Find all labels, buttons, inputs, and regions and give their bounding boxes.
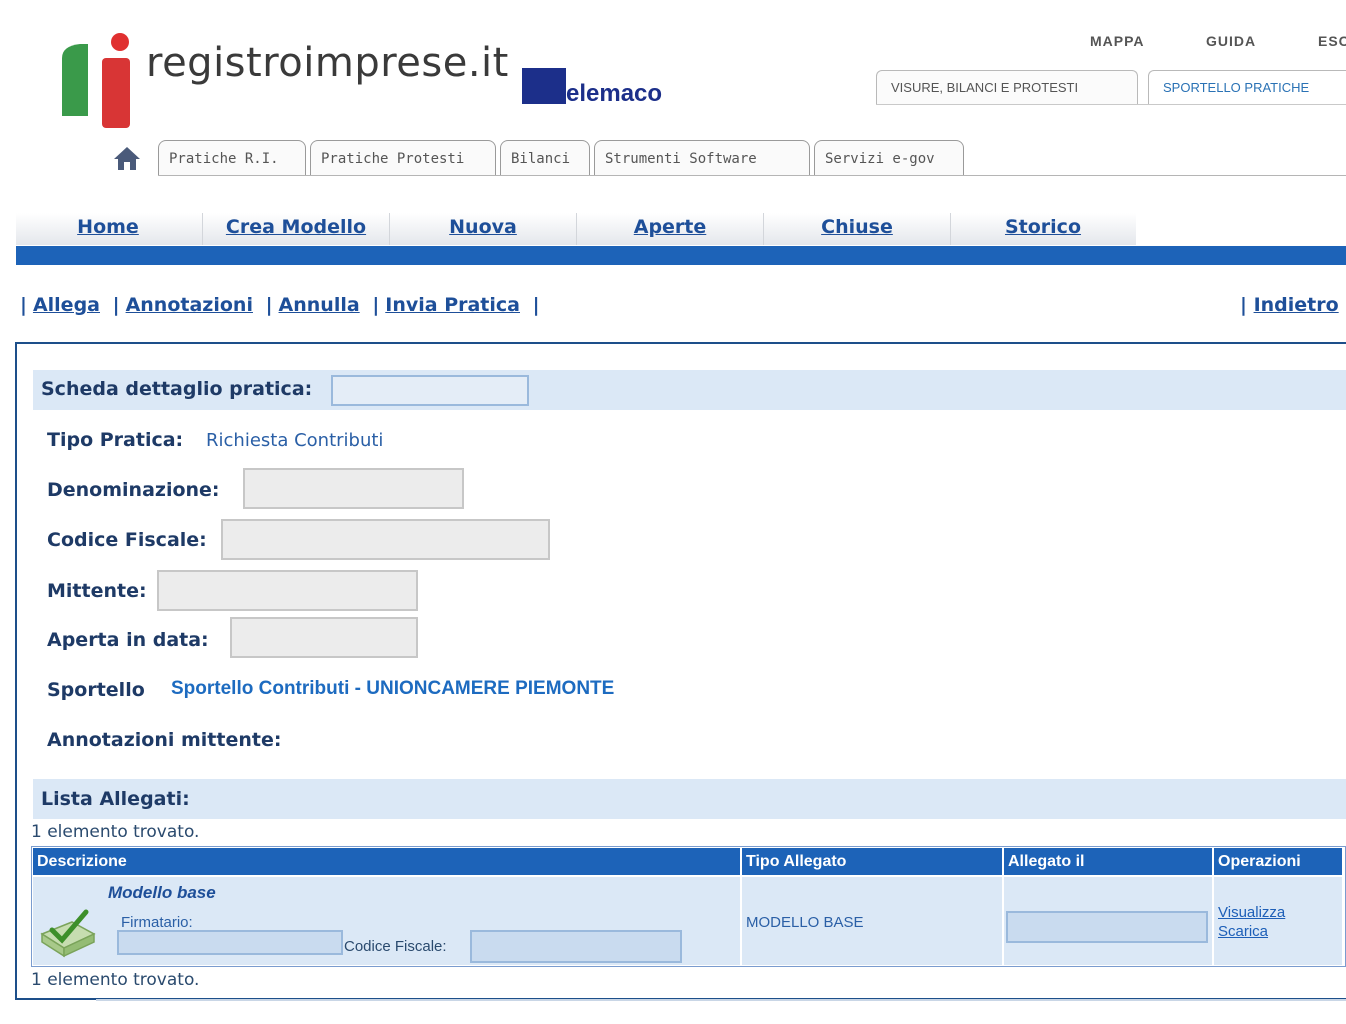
codice-fiscale-label: Codice Fiscale: <box>47 529 207 551</box>
nav-storico[interactable]: Storico <box>951 213 1135 245</box>
top-link-mappa[interactable]: MAPPA <box>1090 33 1145 49</box>
allega-link[interactable]: Allega <box>33 294 100 316</box>
codice-fiscale-value <box>221 519 550 560</box>
tab-sportello-pratiche[interactable]: SPORTELLO PRATICHE <box>1148 70 1346 104</box>
sportello-label: Sportello <box>47 679 145 701</box>
subtab-pratiche-protesti[interactable]: Pratiche Protesti <box>310 140 496 176</box>
visualizza-link[interactable]: Visualizza <box>1218 904 1285 921</box>
nav-accent-bar <box>16 246 1346 265</box>
indietro-link[interactable]: Indietro <box>1254 294 1339 316</box>
subtab-servizi-egov[interactable]: Servizi e-gov <box>814 140 964 176</box>
firmatario-codice-fiscale-value <box>470 930 682 963</box>
firmatario-codice-fiscale-label: Codice Fiscale: <box>344 938 447 955</box>
mittente-value <box>157 570 418 611</box>
denominazione-value <box>243 468 464 509</box>
detail-title: Scheda dettaglio pratica: <box>41 378 313 400</box>
firmatario-label: Firmatario: <box>121 914 193 931</box>
tipo-allegato-value: MODELLO BASE <box>746 914 864 931</box>
nav-aperte[interactable]: Aperte <box>577 213 763 245</box>
annotazioni-link[interactable]: Annotazioni <box>126 294 253 316</box>
action-links: | Allega | Annotazioni | Annulla | Invia Pra… <box>20 294 540 316</box>
allegato-il-value <box>1006 911 1208 943</box>
registroimprese-logo-icon <box>62 33 130 128</box>
signed-document-check-icon <box>40 909 96 958</box>
invia-pratica-link[interactable]: Invia Pratica <box>385 294 520 316</box>
allegato-name: Modello base <box>108 883 216 902</box>
subtab-bilanci[interactable]: Bilanci <box>500 140 590 176</box>
indietro-container: | Indietro <box>1240 294 1339 316</box>
annulla-link[interactable]: Annulla <box>279 294 360 316</box>
nav-nuova[interactable]: Nuova <box>390 213 576 245</box>
site-logo-text[interactable]: registroimprese.it <box>146 40 509 86</box>
allegati-header-band <box>33 779 1346 819</box>
tab-visure-bilanci-protesti[interactable]: VISURE, BILANCI E PROTESTI <box>876 70 1138 104</box>
allegati-title: Lista Allegati: <box>41 788 190 810</box>
aperta-in-data-value <box>230 617 418 658</box>
nav-crea-modello[interactable]: Crea Modello <box>203 213 389 245</box>
tipo-pratica-value: Richiesta Contributi <box>206 430 384 451</box>
nav-chiuse[interactable]: Chiuse <box>764 213 950 245</box>
allegati-count-top: 1 elemento trovato. <box>31 822 200 842</box>
annotazioni-mittente-label: Annotazioni mittente: <box>47 729 282 751</box>
aperta-in-data-label: Aperta in data: <box>47 629 209 651</box>
denominazione-label: Denominazione: <box>47 479 220 501</box>
home-icon[interactable] <box>112 145 142 171</box>
top-link-esci[interactable]: ESCI <box>1318 33 1346 49</box>
telemaco-logo-text: elemaco <box>566 80 663 107</box>
subtab-pratiche-ri[interactable]: Pratiche R.I. <box>158 140 306 176</box>
bottom-divider <box>96 999 1346 1001</box>
nav-home[interactable]: Home <box>16 213 200 245</box>
scarica-link[interactable]: Scarica <box>1218 923 1268 940</box>
subtab-strumenti-software[interactable]: Strumenti Software <box>594 140 810 176</box>
top-link-guida[interactable]: GUIDA <box>1206 33 1256 49</box>
mittente-label: Mittente: <box>47 580 147 602</box>
allegati-count-bottom: 1 elemento trovato. <box>31 970 200 990</box>
subtab-divider <box>158 175 1346 176</box>
tab-divider <box>876 104 1346 105</box>
tipo-pratica-label: Tipo Pratica: <box>47 429 184 451</box>
sportello-value: Sportello Contributi - UNIONCAMERE PIEMO… <box>171 678 615 699</box>
firmatario-value <box>117 930 343 955</box>
pratica-id-field <box>331 375 529 406</box>
telemaco-logo-icon <box>522 68 566 104</box>
